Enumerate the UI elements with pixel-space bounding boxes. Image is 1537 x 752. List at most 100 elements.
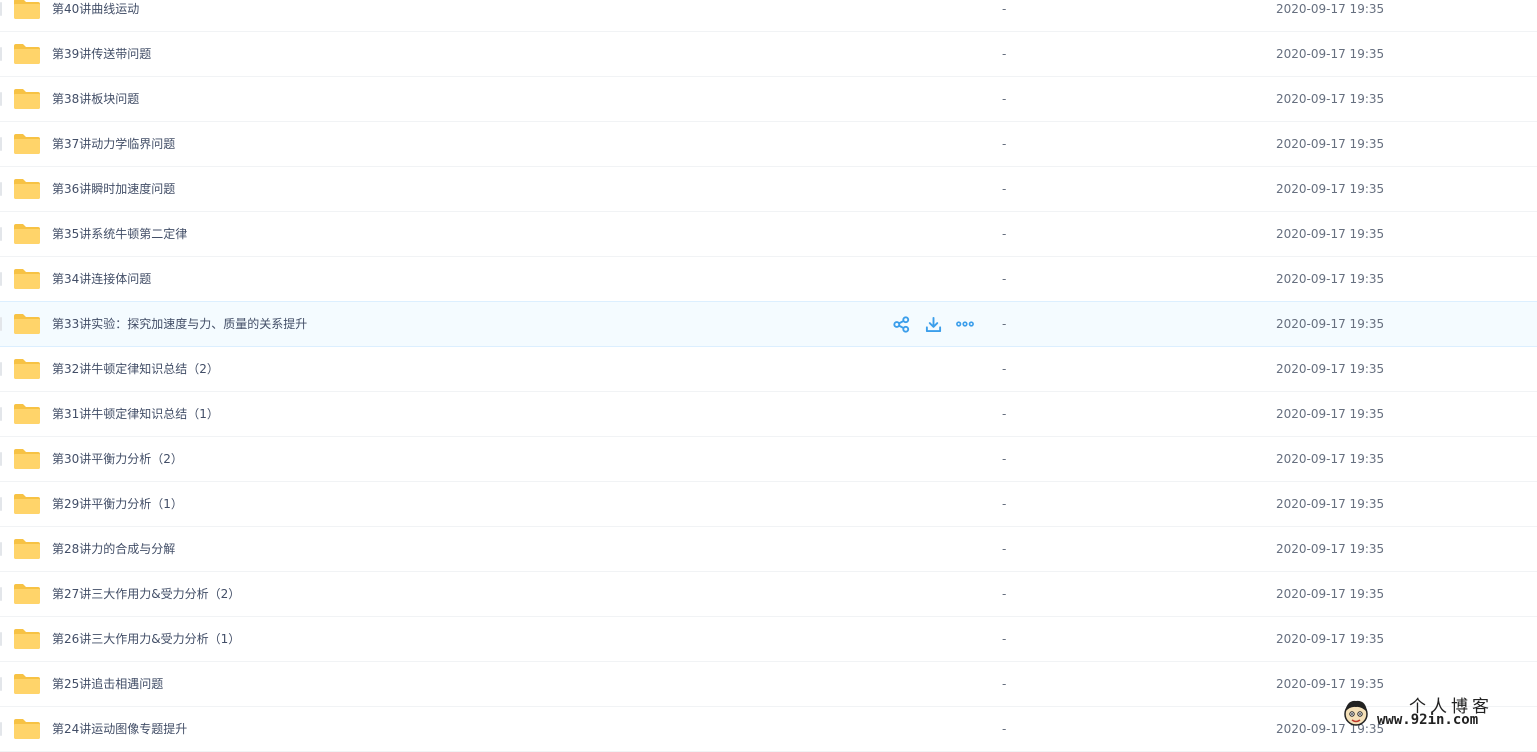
file-row[interactable]: 第26讲三大作用力&受力分析（1） - 2020-09-17 19:35 (0, 617, 1537, 662)
row-checkbox[interactable] (0, 632, 2, 646)
file-size: - (1002, 527, 1006, 571)
folder-name-link[interactable]: 第40讲曲线运动 (52, 0, 139, 31)
row-checkbox[interactable] (0, 542, 2, 556)
row-checkbox[interactable] (0, 317, 2, 331)
modified-date: 2020-09-17 19:35 (1276, 302, 1384, 346)
row-checkbox[interactable] (0, 137, 2, 151)
file-row[interactable]: 第32讲牛顿定律知识总结（2）-2020-09-17 19:35 (0, 347, 1537, 392)
watermark: 个人博客 www.92in.com (1341, 696, 1531, 730)
file-size: - (1002, 617, 1006, 661)
folder-name-link[interactable]: 第34讲连接体问题 (52, 257, 151, 301)
modified-date: 2020-09-17 19:35 (1276, 77, 1384, 121)
file-row[interactable]: 第40讲曲线运动 - 2020-09-17 19:35 (0, 0, 1537, 32)
folder-icon[interactable] (13, 313, 41, 335)
share-button[interactable] (890, 313, 912, 335)
file-row[interactable]: 第31讲牛顿定律知识总结（1） - 2020-09-17 19:35 (0, 392, 1537, 437)
row-checkbox[interactable] (0, 2, 2, 16)
file-row[interactable]: 第39讲传送带问题-2020-09-17 19:35 (0, 32, 1537, 77)
row-checkbox[interactable] (0, 227, 2, 241)
folder-icon[interactable] (13, 538, 41, 560)
folder-icon[interactable] (13, 403, 41, 425)
folder-name-link[interactable]: 第32讲牛顿定律知识总结（2） (52, 347, 219, 391)
file-size: - (1002, 302, 1006, 346)
folder-name-link[interactable]: 第33讲实验：探究加速度与力、质量的关系提升 (52, 302, 307, 346)
folder-name-link[interactable]: 第39讲传送带问题 (52, 32, 151, 76)
download-button[interactable] (922, 313, 944, 335)
folder-name-link[interactable]: 第31讲牛顿定律知识总结（1） (52, 392, 219, 436)
modified-date: 2020-09-17 19:35 (1276, 437, 1384, 481)
file-row[interactable]: 第29讲平衡力分析（1）-2020-09-17 19:35 (0, 482, 1537, 527)
file-size: - (1002, 392, 1006, 436)
file-row[interactable]: 第33讲实验：探究加速度与力、质量的关系提升 - 2020-09-17 19:35 (0, 301, 1537, 347)
file-size: - (1002, 77, 1006, 121)
row-actions (890, 302, 986, 346)
folder-icon[interactable] (13, 583, 41, 605)
more-icon (956, 320, 974, 328)
folder-name-link[interactable]: 第29讲平衡力分析（1） (52, 482, 183, 526)
row-checkbox[interactable] (0, 587, 2, 601)
file-row[interactable]: 第36讲瞬时加速度问题 - 2020-09-17 19:35 (0, 167, 1537, 212)
folder-icon[interactable] (13, 88, 41, 110)
folder-icon[interactable] (13, 718, 41, 740)
folder-name-link[interactable]: 第28讲力的合成与分解 (52, 527, 175, 571)
folder-icon[interactable] (13, 358, 41, 380)
folder-icon[interactable] (13, 628, 41, 650)
folder-icon[interactable] (13, 43, 41, 65)
row-checkbox[interactable] (0, 92, 2, 106)
modified-date: 2020-09-17 19:35 (1276, 32, 1384, 76)
file-row[interactable]: 第24讲运动图像专题提升-2020-09-17 19:35 (0, 707, 1537, 752)
file-size: - (1002, 212, 1006, 256)
file-row[interactable]: 第38讲板块问题 - 2020-09-17 19:35 (0, 77, 1537, 122)
row-checkbox[interactable] (0, 677, 2, 691)
folder-name-link[interactable]: 第35讲系统牛顿第二定律 (52, 212, 187, 256)
file-row[interactable]: 第27讲三大作用力&受力分析（2）-2020-09-17 19:35 (0, 572, 1537, 617)
more-button[interactable] (954, 313, 976, 335)
row-checkbox[interactable] (0, 182, 2, 196)
folder-icon[interactable] (13, 268, 41, 290)
folder-name-link[interactable]: 第38讲板块问题 (52, 77, 139, 121)
modified-date: 2020-09-17 19:35 (1276, 0, 1384, 31)
file-size: - (1002, 347, 1006, 391)
folder-icon[interactable] (13, 493, 41, 515)
file-size: - (1002, 662, 1006, 706)
modified-date: 2020-09-17 19:35 (1276, 167, 1384, 211)
modified-date: 2020-09-17 19:35 (1276, 482, 1384, 526)
file-size: - (1002, 0, 1006, 31)
row-checkbox[interactable] (0, 497, 2, 511)
folder-name-link[interactable]: 第36讲瞬时加速度问题 (52, 167, 175, 211)
folder-name-link[interactable]: 第30讲平衡力分析（2） (52, 437, 183, 481)
file-row[interactable]: 第25讲追击相遇问题-2020-09-17 19:35 (0, 662, 1537, 707)
row-checkbox[interactable] (0, 452, 2, 466)
folder-name-link[interactable]: 第37讲动力学临界问题 (52, 122, 175, 166)
folder-icon[interactable] (13, 178, 41, 200)
file-size: - (1002, 257, 1006, 301)
file-row[interactable]: 第34讲连接体问题-2020-09-17 19:35 (0, 257, 1537, 302)
folder-name-link[interactable]: 第26讲三大作用力&受力分析（1） (52, 617, 240, 661)
folder-name-link[interactable]: 第27讲三大作用力&受力分析（2） (52, 572, 240, 616)
watermark-url: www.92in.com (1377, 712, 1478, 728)
folder-icon[interactable] (13, 223, 41, 245)
file-size: - (1002, 167, 1006, 211)
file-size: - (1002, 707, 1006, 751)
folder-icon[interactable] (13, 448, 41, 470)
row-checkbox[interactable] (0, 272, 2, 286)
row-checkbox[interactable] (0, 362, 2, 376)
file-row[interactable]: 第30讲平衡力分析（2）-2020-09-17 19:35 (0, 437, 1537, 482)
row-checkbox[interactable] (0, 47, 2, 61)
file-list: 第40讲曲线运动-2020-09-17 19:35第39讲传送带问题-2020-… (0, 0, 1537, 752)
file-row[interactable]: 第28讲力的合成与分解-2020-09-17 19:35 (0, 527, 1537, 572)
modified-date: 2020-09-17 19:35 (1276, 122, 1384, 166)
row-checkbox[interactable] (0, 407, 2, 421)
modified-date: 2020-09-17 19:35 (1276, 617, 1384, 661)
folder-name-link[interactable]: 第24讲运动图像专题提升 (52, 707, 187, 751)
file-row[interactable]: 第35讲系统牛顿第二定律-2020-09-17 19:35 (0, 212, 1537, 257)
folder-icon[interactable] (13, 133, 41, 155)
folder-icon[interactable] (13, 0, 41, 20)
modified-date: 2020-09-17 19:35 (1276, 392, 1384, 436)
file-size: - (1002, 122, 1006, 166)
share-icon (893, 316, 910, 333)
file-row[interactable]: 第37讲动力学临界问题 - 2020-09-17 19:35 (0, 122, 1537, 167)
watermark-avatar-icon (1341, 698, 1371, 728)
folder-icon[interactable] (13, 673, 41, 695)
folder-name-link[interactable]: 第25讲追击相遇问题 (52, 662, 163, 706)
